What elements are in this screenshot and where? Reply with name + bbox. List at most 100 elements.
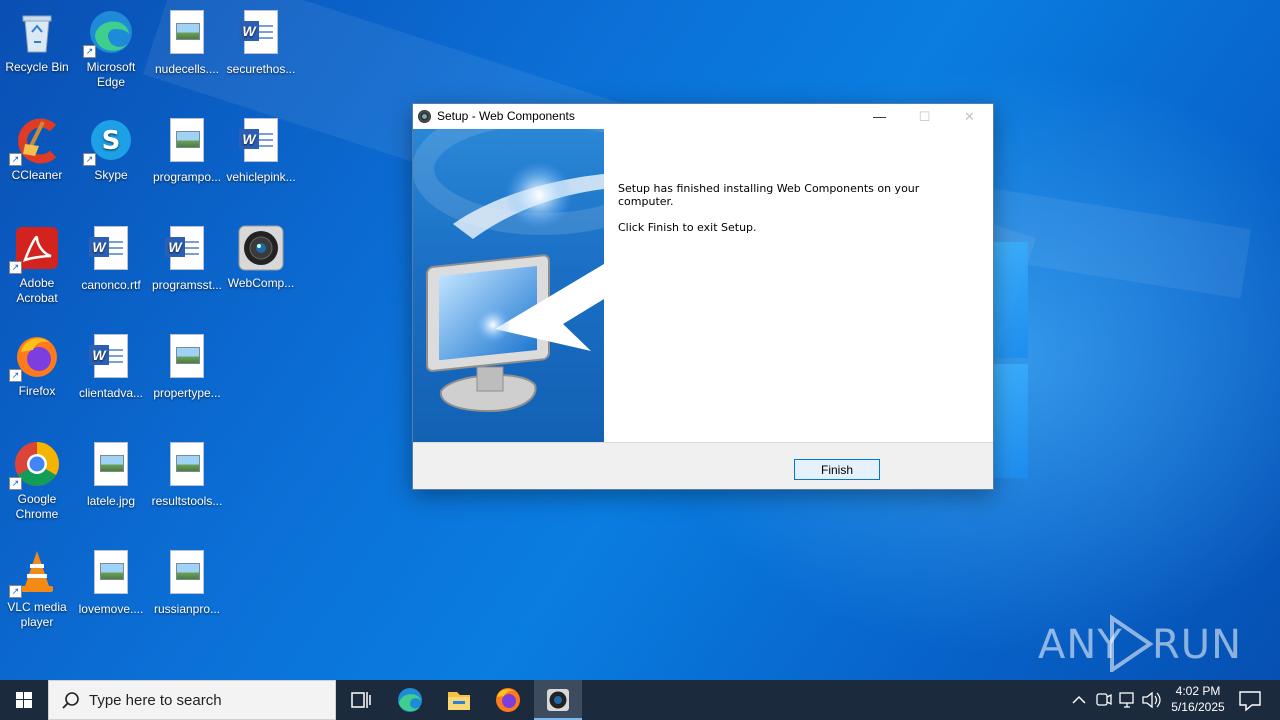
desktop-icon-label: vehiclepink... [226,170,296,184]
task-view-icon [351,692,371,708]
image-file-icon [94,442,128,486]
desktop-icon-adobe-acrobat[interactable]: ↗ Adobe Acrobat [0,224,74,306]
desktop-icon-label: latele.jpg [86,494,136,508]
maximize-button: ☐ [918,109,931,124]
taskbar: Type here to search 4:02 PM 5/16/2025 [0,680,1280,720]
meet-now-icon[interactable] [1092,680,1114,720]
desktop-icon-propertype[interactable]: propertype... [150,332,224,401]
desktop-icon-label: Microsoft Edge [86,60,136,89]
taskbar-edge[interactable] [386,680,434,720]
svg-text:S: S [102,126,121,156]
desktop-icon-label: clientadva... [78,386,144,400]
desktop-icon-label: Adobe Acrobat [16,276,58,305]
title-bar[interactable]: Setup - Web Components — ☐ ✕ [413,104,993,129]
webcomponents-app-icon [547,689,569,711]
desktop-icon-nudecells[interactable]: nudecells.... [150,8,224,77]
word-doc-icon: W [89,226,128,270]
windows-start-icon [16,692,32,708]
svg-text:RUN: RUN [1152,622,1238,668]
notifications-icon[interactable] [1230,680,1270,720]
image-file-icon [170,442,204,486]
edge-icon [398,688,422,712]
desktop-icon-russianpro[interactable]: russianpro... [150,548,224,617]
image-file-icon [170,10,204,54]
image-file-icon [170,118,204,162]
desktop-icon-clientadva[interactable]: W clientadva... [74,332,148,401]
finish-button[interactable]: Finish [794,459,880,480]
desktop-icon-canonco[interactable]: W canonco.rtf [74,224,148,293]
setup-app-icon [418,110,431,123]
desktop-icon-label: WebComp... [227,276,295,290]
image-file-icon [170,550,204,594]
anyrun-watermark: ANY RUN [1038,612,1241,674]
desktop-icon-label: securethos... [226,62,296,76]
firefox-icon [496,688,520,712]
network-icon[interactable] [1116,680,1138,720]
taskbar-webcomponents[interactable] [534,680,582,720]
exit-instruction: Click Finish to exit Setup. [618,221,757,234]
desktop-icon-label: lovemove.... [78,602,144,616]
desktop-icon-label: Skype [94,168,128,182]
desktop-icon-vehiclepink[interactable]: W vehiclepink... [224,116,298,185]
desktop-icon-securethos[interactable]: W securethos... [224,8,298,77]
setup-dialog: Setup - Web Components — ☐ ✕ Setup has f… [412,103,994,490]
taskbar-search-box[interactable]: Type here to search [48,680,336,720]
windows-logo-pane [994,242,1028,358]
desktop-icon-label: programsst... [151,278,223,292]
desktop-icon-label: canonco.rtf [81,278,141,292]
taskbar-firefox[interactable] [484,680,532,720]
desktop-icon-resultstools[interactable]: resultstools... [150,440,224,509]
desktop-icon-programsst[interactable]: W programsst... [150,224,224,293]
desktop-icon-label: Recycle Bin [5,60,69,74]
desktop-icon-label: programpo... [152,170,222,184]
desktop-icon-recycle-bin[interactable]: Recycle Bin [0,8,74,75]
desktop-icon-label: VLC media player [7,600,67,629]
webcomponents-app-icon [238,225,284,271]
desktop-icon-latele[interactable]: latele.jpg [74,440,148,509]
setup-wizard-banner [413,129,604,442]
computer-monitor-illustration [413,129,604,413]
desktop-icon-label: resultstools... [151,494,223,508]
start-button[interactable] [0,680,48,720]
image-file-icon [170,334,204,378]
desktop-icon-skype[interactable]: S ↗ Skype [74,116,148,183]
windows-logo-pane [994,364,1028,478]
anyrun-logo-icon: ANY RUN [1038,614,1241,674]
file-explorer-icon [448,692,470,710]
clock-date: 5/16/2025 [1171,700,1225,714]
desktop-icon-lovemove[interactable]: lovemove.... [74,548,148,617]
desktop-icon-webcomp[interactable]: WebComp... [224,224,298,291]
desktop-icon-label: Firefox [18,384,56,398]
search-icon [62,692,79,709]
minimize-button[interactable]: — [857,104,902,129]
finish-message: Setup has finished installing Web Compon… [618,182,920,208]
word-doc-icon: W [89,334,128,378]
desktop-icon-edge[interactable]: ↗ Microsoft Edge [74,8,148,90]
desktop-icon-label: russianpro... [153,602,221,616]
recycle-bin-icon [22,15,52,53]
desktop-icon-label: Google Chrome [15,492,59,521]
close-button: ✕ [964,109,975,124]
window-title: Setup - Web Components [437,109,575,123]
image-file-icon [94,550,128,594]
desktop-icon-ccleaner[interactable]: ↗ CCleaner [0,116,74,183]
taskbar-file-explorer[interactable] [435,680,483,720]
setup-message-area: Setup has finished installing Web Compon… [618,182,948,247]
desktop-icon-vlc[interactable]: ↗ VLC media player [0,548,74,630]
desktop-icon-programpo[interactable]: programpo... [150,116,224,185]
chevron-up-icon[interactable] [1069,680,1089,720]
task-view-button[interactable] [336,680,384,720]
clock-time: 4:02 PM [1175,684,1221,698]
dialog-footer: Finish [413,442,993,489]
desktop-icon-label: nudecells.... [154,62,220,76]
desktop-icon-label: CCleaner [11,168,63,182]
desktop-icon-firefox[interactable]: ↗ Firefox [0,332,74,399]
desktop-icon-google-chrome[interactable]: ↗ Google Chrome [0,440,74,522]
word-doc-icon: W [165,226,204,270]
word-doc-icon: W [239,10,278,54]
word-doc-icon: W [239,118,278,162]
volume-icon[interactable] [1140,680,1162,720]
system-clock[interactable]: 4:02 PM 5/16/2025 [1160,683,1236,715]
search-placeholder: Type here to search [89,692,222,709]
desktop-icon-label: propertype... [153,386,221,400]
